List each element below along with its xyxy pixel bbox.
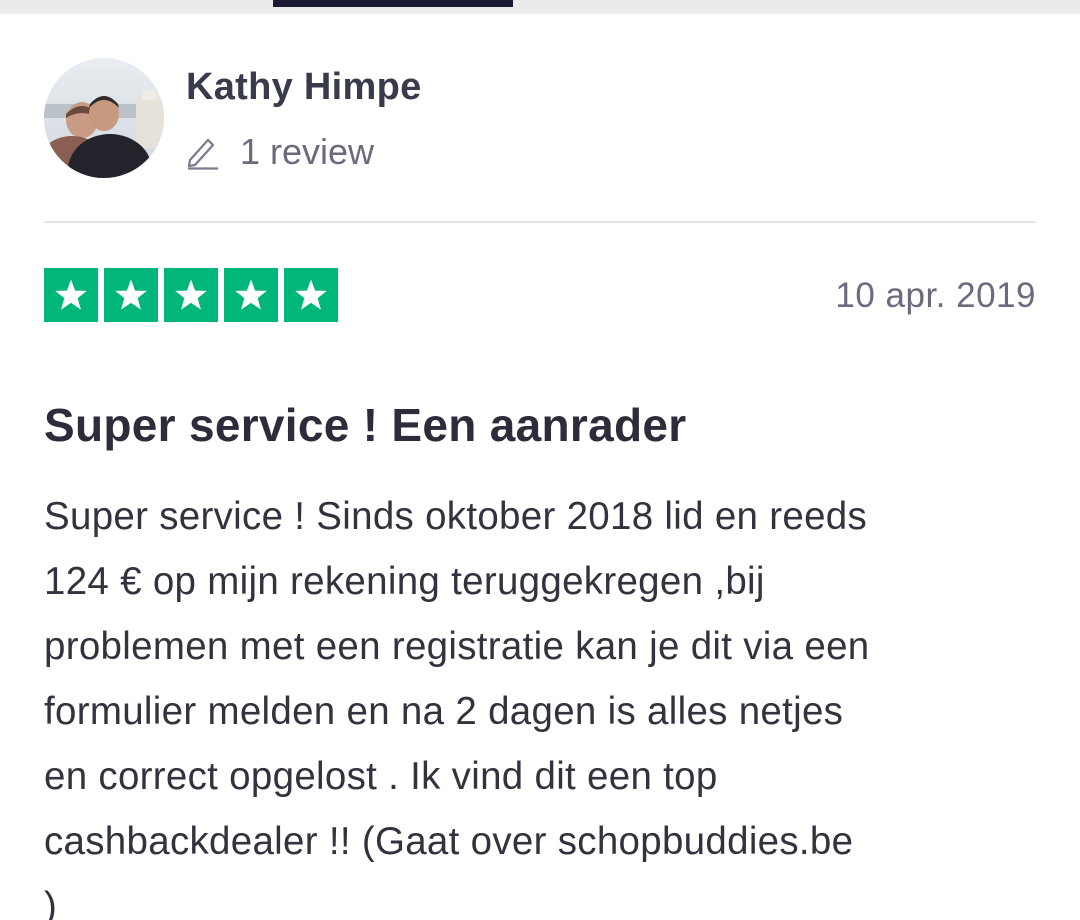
star-icon (284, 268, 338, 322)
review-body-line: problemen met een registratie kan je dit… (44, 625, 870, 668)
star-icon (164, 268, 218, 322)
review-body-line: formulier melden en na 2 dagen is alles … (44, 690, 844, 733)
review-date: 10 apr. 2019 (835, 276, 1036, 315)
review-body-line: cashbackdealer !! (Gaat over schopbuddie… (44, 820, 854, 863)
reviewer-name[interactable]: Kathy Himpe (186, 66, 422, 109)
review-body-line: ) (44, 885, 58, 920)
star-icon (104, 268, 158, 322)
star-rating (44, 268, 338, 322)
review-card: Kathy Himpe 1 review 10 apr. 2019 Super … (0, 14, 1080, 920)
review-body-line: Super service ! Sinds oktober 2018 lid e… (44, 495, 868, 538)
star-icon (44, 268, 98, 322)
review-count: 1 review (240, 131, 375, 172)
review-count-row: 1 review (186, 130, 374, 174)
review-screen: Kathy Himpe 1 review 10 apr. 2019 Super … (0, 0, 1080, 920)
active-tab-indicator (273, 0, 513, 7)
review-title: Super service ! Een aanrader (44, 399, 687, 451)
review-body-line: en correct opgelost . Ik vind dit een to… (44, 755, 718, 798)
pencil-icon (187, 138, 218, 170)
review-body: Super service ! Sinds oktober 2018 lid e… (44, 484, 1044, 920)
reviewer-avatar[interactable] (44, 58, 164, 178)
divider (44, 221, 1036, 223)
star-icon (224, 268, 278, 322)
review-body-line: 124 € op mijn rekening teruggekregen ,bi… (44, 560, 765, 603)
profile-photo-icon (44, 58, 164, 178)
